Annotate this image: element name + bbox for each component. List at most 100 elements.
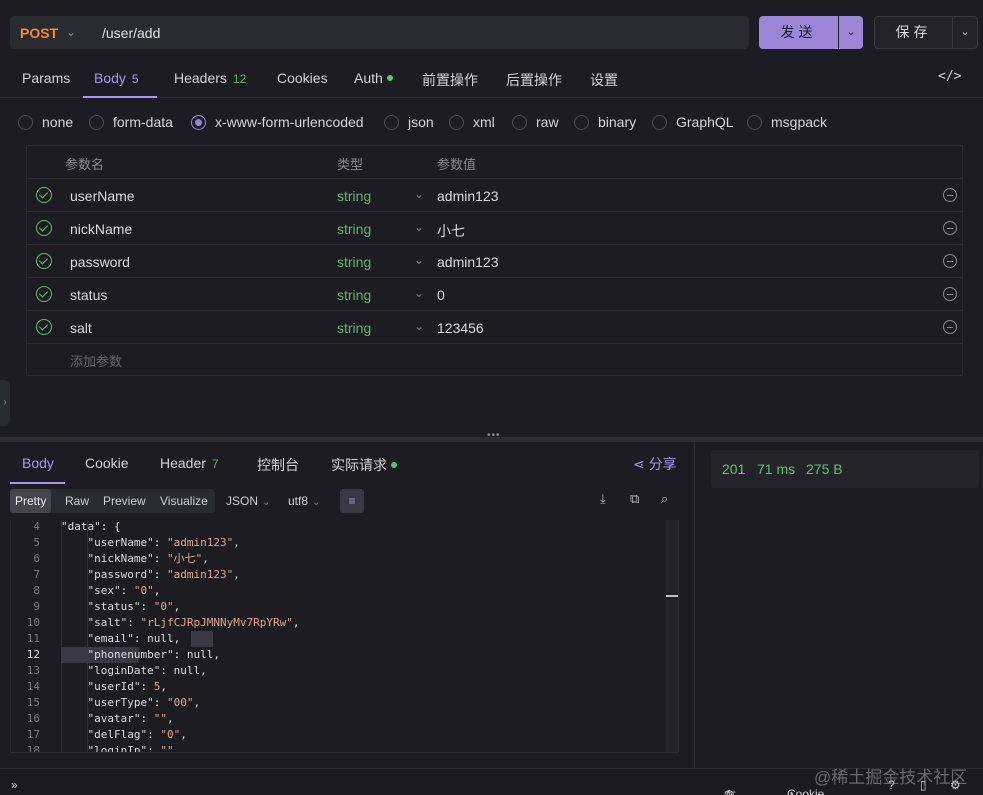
chevron-down-icon[interactable]: ⌄	[66, 25, 76, 39]
line-number: 16	[26, 712, 40, 725]
radio-circle[interactable]	[652, 114, 667, 130]
radio-circle-checked[interactable]	[191, 114, 206, 130]
method-select[interactable]: POST	[20, 25, 58, 41]
tab-post-request[interactable]: 后置操作	[506, 70, 562, 90]
code-text: "nickName": "小七",	[87, 552, 209, 565]
remove-icon[interactable]	[943, 320, 957, 334]
line-number: 18	[26, 744, 40, 753]
radio-circle[interactable]	[384, 114, 399, 130]
remove-icon[interactable]	[943, 287, 957, 301]
chevron-down-icon[interactable]: ⌄	[414, 220, 424, 234]
format-pretty[interactable]: Pretty	[10, 489, 52, 513]
radio-circle[interactable]	[449, 114, 464, 130]
param-name[interactable]: status	[70, 287, 107, 303]
param-value[interactable]: admin123	[437, 188, 499, 204]
chevron-down-icon[interactable]: ⌄	[414, 253, 424, 267]
response-tab-header[interactable]: Header 7	[160, 455, 219, 471]
radio-json[interactable]: json	[384, 110, 434, 134]
radio-xml[interactable]: xml	[449, 110, 495, 134]
radio-graphql[interactable]: GraphQL	[652, 110, 734, 134]
active-tab-indicator	[83, 96, 157, 98]
code-text: "email": null,	[87, 632, 181, 645]
response-tab-body[interactable]: Body	[22, 455, 54, 471]
param-name[interactable]: password	[70, 254, 130, 270]
url-input[interactable]: /user/add	[102, 25, 160, 41]
radio-circle[interactable]	[574, 114, 589, 130]
download-icon[interactable]: ⤓	[600, 491, 606, 507]
vertical-scrollbar[interactable]	[666, 520, 678, 752]
chevron-down-icon[interactable]: ⌄	[414, 187, 424, 201]
radio-msgpack[interactable]: msgpack	[747, 110, 827, 134]
radio-circle[interactable]	[89, 114, 104, 130]
param-type[interactable]: string	[337, 254, 371, 270]
share-button[interactable]: ⋖ 分享	[633, 454, 677, 474]
response-divider[interactable]	[694, 442, 695, 768]
response-status: 201 71 ms 275 B	[711, 450, 979, 488]
save-options-chevron-icon[interactable]: ⌄	[953, 16, 978, 49]
radio-binary[interactable]: binary	[574, 110, 636, 134]
radio-none[interactable]: none	[18, 110, 73, 134]
tab-cookies[interactable]: Cookies	[277, 70, 328, 86]
radio-circle[interactable]	[747, 114, 762, 130]
response-tab-console[interactable]: 控制台	[257, 455, 299, 475]
tab-body[interactable]: Body 5	[94, 70, 139, 86]
save-button[interactable]: 保存	[874, 16, 953, 49]
format-visualize[interactable]: Visualize	[155, 489, 213, 513]
enabled-check-icon[interactable]	[36, 220, 52, 236]
language-select[interactable]: JSON ⌄	[226, 489, 270, 513]
param-type[interactable]: string	[337, 221, 371, 237]
send-button[interactable]: 发送	[759, 16, 838, 49]
radio-form-data[interactable]: form-data	[89, 110, 173, 134]
radio-circle[interactable]	[512, 114, 527, 130]
enabled-check-icon[interactable]	[36, 187, 52, 203]
param-name[interactable]: userName	[70, 188, 135, 204]
param-name[interactable]: salt	[70, 320, 92, 336]
tab-pre-request[interactable]: 前置操作	[422, 70, 478, 90]
radio-x-www-form-urlencoded[interactable]: x-www-form-urlencoded	[191, 110, 364, 134]
enabled-check-icon[interactable]	[36, 286, 52, 302]
response-tab-cookie[interactable]: Cookie	[85, 455, 129, 471]
param-type[interactable]: string	[337, 287, 371, 303]
chevron-down-icon[interactable]: ⌄	[414, 286, 424, 300]
copy-icon[interactable]: ⧉	[630, 491, 639, 507]
url-box[interactable]: POST ⌄ /user/add	[10, 16, 749, 49]
radio-raw[interactable]: raw	[512, 110, 559, 134]
tab-headers[interactable]: Headers 12	[174, 70, 246, 86]
remove-icon[interactable]	[943, 188, 957, 202]
response-tab-actual-request[interactable]: 实际请求	[331, 455, 397, 475]
param-name[interactable]: nickName	[70, 221, 132, 237]
param-value[interactable]: 123456	[437, 320, 484, 336]
param-type[interactable]: string	[337, 320, 371, 336]
remove-icon[interactable]	[943, 221, 957, 235]
sidebar-expand-handle[interactable]: ›	[0, 380, 10, 426]
response-code-viewer[interactable]: 4 "data": {5 "userName": "admin123", 6 "ni…	[10, 520, 679, 753]
radio-circle[interactable]	[18, 114, 33, 130]
remove-icon[interactable]	[943, 254, 957, 268]
enabled-check-icon[interactable]	[36, 253, 52, 269]
tab-params[interactable]: Params	[22, 70, 70, 86]
code-line: 16 "avatar": "",	[11, 711, 665, 727]
wrap-lines-icon[interactable]: ≡	[340, 489, 364, 513]
format-preview[interactable]: Preview	[98, 489, 151, 513]
enabled-check-icon[interactable]	[36, 319, 52, 335]
tab-settings[interactable]: 设置	[590, 70, 618, 90]
format-raw[interactable]: Raw	[60, 489, 94, 513]
drag-handle-icon[interactable]: •••	[487, 430, 501, 441]
param-type[interactable]: string	[337, 188, 371, 204]
expand-sidebar-icon[interactable]: »	[11, 778, 18, 792]
add-param-input[interactable]: 添加参数	[70, 351, 122, 370]
encoding-select[interactable]: utf8 ⌄	[288, 489, 320, 513]
code-line: 14 "userId": 5,	[11, 679, 665, 695]
param-value[interactable]: 小七	[437, 221, 465, 241]
format-group: Pretty Raw Preview Visualize	[10, 489, 215, 513]
tab-auth[interactable]: Auth	[354, 70, 393, 86]
search-icon[interactable]: ⌕	[661, 491, 668, 507]
chevron-down-icon[interactable]: ⌄	[414, 319, 424, 333]
param-value[interactable]: 0	[437, 287, 445, 303]
code-line: 6 "nickName": "小七",	[11, 551, 665, 567]
active-tab-indicator	[10, 482, 65, 484]
code-line: 8 "sex": "0",	[11, 583, 665, 599]
code-icon[interactable]: </>	[938, 69, 961, 84]
param-value[interactable]: admin123	[437, 254, 499, 270]
send-options-chevron-icon[interactable]: ⌄	[839, 16, 863, 49]
